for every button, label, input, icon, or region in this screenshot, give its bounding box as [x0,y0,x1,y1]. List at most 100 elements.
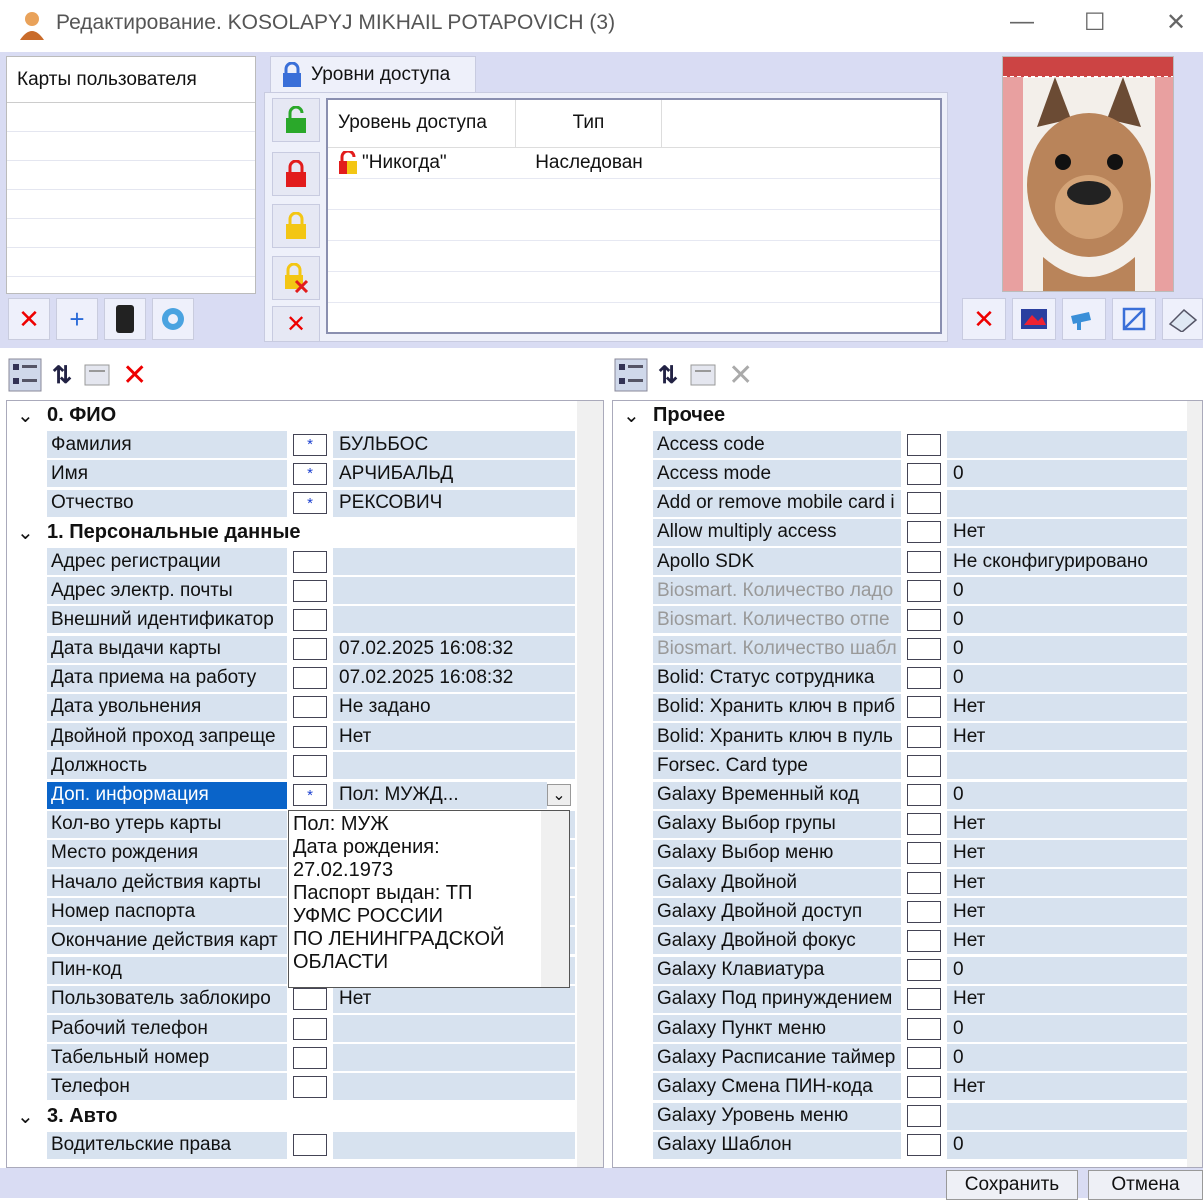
property-value[interactable] [947,1102,1187,1130]
scan-photo-button[interactable] [1162,298,1203,340]
property-row[interactable]: Galaxy Уровень меню [617,1102,1187,1131]
property-value[interactable]: БУЛЬБОС [333,431,575,459]
card-reader-button[interactable] [104,298,146,340]
dropdown-scrollbar[interactable] [541,811,569,987]
property-checkbox[interactable] [293,579,327,602]
property-value[interactable]: Нет [947,985,1187,1013]
property-checkbox[interactable] [907,842,941,865]
property-row[interactable]: Пользователь заблокиро Нет [11,985,575,1014]
grant-level-button[interactable] [272,98,320,142]
additional-info-dropdown[interactable]: Пол: МУЖ Дата рождения: 27.02.1973 Паспорт … [288,810,570,988]
property-row[interactable]: Отчество * РЕКСОВИЧ [11,489,575,518]
property-value[interactable]: Нет [947,898,1187,926]
property-row[interactable]: Access code [617,430,1187,459]
property-row[interactable]: Biosmart. Количество шабл 0 [617,635,1187,664]
property-row[interactable]: Bolid: Хранить ключ в пуль Нет [617,722,1187,751]
delete-level-button[interactable]: ✕ [272,306,320,342]
property-value[interactable]: Нет [947,927,1187,955]
remove-lock-button[interactable] [272,256,320,300]
camera-button[interactable] [1062,298,1106,340]
property-checkbox[interactable] [907,754,941,777]
delete-card-button[interactable]: ✕ [8,298,50,340]
property-checkbox[interactable] [907,667,941,690]
property-row[interactable]: Двойной проход запреще Нет [11,722,575,751]
property-pages-icon[interactable] [688,360,718,390]
minimize-button[interactable]: — [1010,8,1034,36]
property-value[interactable] [333,752,575,780]
property-checkbox[interactable]: * [293,433,327,456]
crop-photo-button[interactable] [1112,298,1156,340]
property-row[interactable]: Galaxy Временный код 0 [617,780,1187,809]
property-value[interactable] [947,431,1187,459]
property-checkbox[interactable] [907,784,941,807]
property-pages-icon[interactable] [82,360,112,390]
property-value[interactable]: 0 [947,606,1187,634]
close-button[interactable]: ✕ [1166,8,1186,37]
property-checkbox[interactable] [907,1046,941,1069]
property-checkbox[interactable] [907,492,941,515]
property-row[interactable]: Access mode 0 [617,459,1187,488]
category-row[interactable]: ⌄ Прочее [617,401,1187,430]
property-value[interactable]: Нет [947,518,1187,546]
property-row[interactable]: Доп. информация * Пол: МУЖД... ⌄ [11,780,575,809]
property-checkbox[interactable] [907,988,941,1011]
property-row[interactable]: Внешний идентификатор [11,605,575,634]
property-checkbox[interactable] [293,608,327,631]
property-value[interactable] [947,752,1187,780]
property-value[interactable]: 0 [947,1044,1187,1072]
add-card-button[interactable]: + [56,298,98,340]
property-row[interactable]: Galaxy Клавиатура 0 [617,956,1187,985]
property-row[interactable]: Galaxy Двойной Нет [617,868,1187,897]
property-checkbox[interactable] [907,696,941,719]
tab-access-levels[interactable]: Уровни доступа [270,56,476,92]
property-value[interactable]: 0 [947,635,1187,663]
property-row[interactable]: Имя * АРЧИБАЛЬД [11,459,575,488]
property-value[interactable]: 0 [947,577,1187,605]
property-checkbox[interactable] [293,1046,327,1069]
property-checkbox[interactable] [293,550,327,573]
property-row[interactable]: Водительские права [11,1131,575,1160]
property-value[interactable]: 07.02.2025 16:08:32 [333,635,575,663]
property-row[interactable]: Galaxy Выбор групы Нет [617,810,1187,839]
property-row[interactable]: Biosmart. Количество отпе 0 [617,605,1187,634]
property-row[interactable]: Add or remove mobile card i [617,489,1187,518]
sort-az-icon[interactable]: ⇅ [52,361,72,390]
property-value[interactable]: Нет [947,810,1187,838]
dropdown-arrow-icon[interactable]: ⌄ [547,784,571,807]
property-row[interactable]: Телефон [11,1072,575,1101]
property-checkbox[interactable] [907,1075,941,1098]
property-checkbox[interactable] [907,462,941,485]
property-row[interactable]: Galaxy Двойной доступ Нет [617,897,1187,926]
property-value[interactable] [333,577,575,605]
deny-level-button[interactable] [272,152,320,196]
property-checkbox[interactable] [293,754,327,777]
property-value[interactable]: 0 [947,956,1187,984]
property-value[interactable] [333,1044,575,1072]
property-row[interactable]: Bolid: Хранить ключ в приб Нет [617,693,1187,722]
property-value[interactable]: Нет [947,693,1187,721]
property-value[interactable] [333,548,575,576]
property-row[interactable]: Galaxy Расписание таймер 0 [617,1043,1187,1072]
property-checkbox[interactable] [293,638,327,661]
property-checkbox[interactable] [293,988,327,1011]
clear-property-icon[interactable]: ✕ [728,358,753,393]
chevron-down-icon[interactable]: ⌄ [11,1104,47,1129]
sort-az-icon[interactable]: ⇅ [658,361,678,390]
property-row[interactable]: Дата приема на работу 07.02.2025 16:08:32 [11,664,575,693]
cancel-button[interactable]: Отмена [1088,1170,1203,1200]
user-cards-list[interactable]: Карты пользователя [6,56,256,294]
property-checkbox[interactable] [907,579,941,602]
property-row[interactable]: Адрес регистрации [11,547,575,576]
property-row[interactable]: Bolid: Статус сотрудника 0 [617,664,1187,693]
property-row[interactable]: Galaxy Выбор меню Нет [617,839,1187,868]
property-value[interactable] [333,1073,575,1101]
property-row[interactable]: Forsec. Card type [617,751,1187,780]
property-checkbox[interactable] [907,929,941,952]
property-checkbox[interactable] [907,959,941,982]
property-checkbox[interactable] [907,521,941,544]
property-value[interactable]: АРЧИБАЛЬД [333,460,575,488]
user-photo[interactable] [1002,56,1174,292]
property-value[interactable]: 0 [947,664,1187,692]
col-header-level[interactable]: Уровень доступа [328,100,516,147]
property-value[interactable]: Нет [947,869,1187,897]
